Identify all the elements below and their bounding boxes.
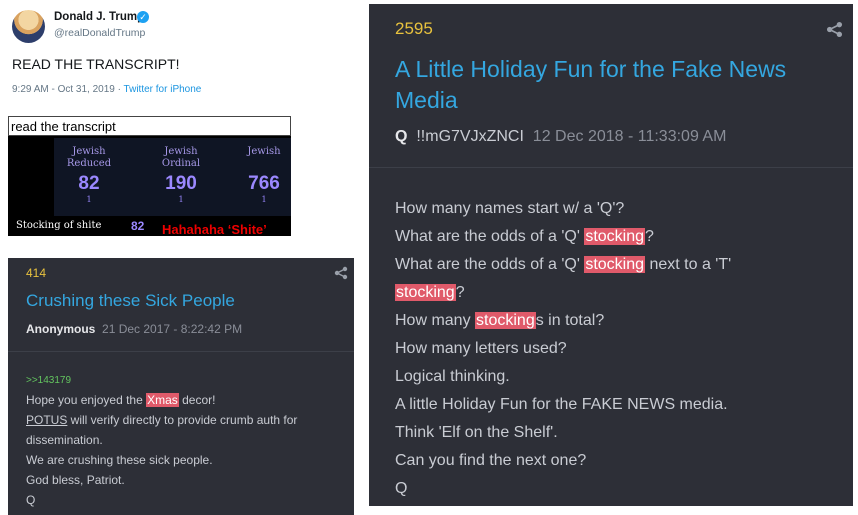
tweet-source-link[interactable]: Twitter for iPhone (124, 84, 202, 95)
post-line: Hope you enjoyed the Xmas decor! (26, 393, 215, 407)
post-text: Hope you enjoyed the (26, 393, 147, 407)
post-text: What are the odds of a 'Q' (395, 256, 585, 273)
reply-link[interactable]: >>143179 (26, 375, 71, 386)
gematria-label: Jewish Reduced (66, 146, 112, 169)
post-title-line: Media (395, 87, 458, 113)
post-line: We are crushing these sick people. (26, 453, 213, 467)
post-line: Q (395, 480, 408, 497)
post-line: How many names start w/ a 'Q'? (395, 200, 625, 217)
post-line: Can you find the next one? (395, 452, 587, 469)
post-author-line: Anonymous 21 Dec 2017 - 8:22:42 PM (26, 322, 242, 336)
share-icon[interactable] (826, 21, 843, 38)
gematria-label: Jewish Ordinal (161, 146, 201, 169)
potus-link[interactable]: POTUS (26, 413, 67, 427)
highlight-text: stocking (584, 228, 646, 245)
post-title-line: A Little Holiday Fun for the Fake News (395, 56, 787, 82)
post-text: will verify directly to provide crumb au… (67, 413, 298, 427)
post-text: decor! (178, 393, 216, 407)
caption-text: Hahahaha ‘Shite’ (162, 222, 267, 237)
highlight-text: stocking (475, 312, 536, 329)
highlight-text: Xmas (146, 393, 179, 407)
post-date: 21 Dec 2017 - 8:22:42 PM (102, 322, 243, 336)
post-line: A little Holiday Fun for the FAKE NEWS m… (395, 396, 728, 413)
avatar[interactable] (12, 10, 45, 43)
post-line: Logical thinking. (395, 368, 510, 385)
post-text: What are the odds of a 'Q' (395, 228, 585, 245)
post-text: How many (395, 312, 476, 329)
post-line: dissemination. (26, 433, 103, 447)
gematria-label: Jewish (247, 146, 281, 157)
gematria-sub: 1 (261, 195, 267, 204)
q-post-414: 414 Crushing these Sick People Anonymous… (8, 258, 354, 515)
post-line: stocking? (395, 284, 465, 302)
post-number[interactable]: 2595 (395, 19, 433, 39)
highlight-text: stocking (395, 284, 456, 301)
post-author-line: Q !!mG7VJxZNCI 12 Dec 2018 - 11:33:09 AM (395, 128, 726, 146)
post-text: s in total? (535, 312, 605, 329)
divider (369, 167, 853, 168)
gematria-column: Jewish Reduced 82 1 (54, 146, 124, 204)
post-line: What are the odds of a 'Q' stocking next… (395, 256, 731, 274)
post-line: God bless, Patriot. (26, 473, 125, 487)
tweet-text: READ THE TRANSCRIPT! (12, 56, 180, 72)
post-line: What are the odds of a 'Q' stocking? (395, 228, 654, 246)
gematria-column: Jewish Ordinal 190 1 (146, 146, 216, 204)
transcript-search-text: read the transcript (11, 119, 116, 134)
gematria-panel: Jewish Reduced 82 1 Jewish Ordinal 190 1… (54, 138, 291, 216)
gematria-sub: 1 (178, 195, 184, 204)
gematria-sub: 1 (86, 195, 92, 204)
post-text: next to a 'T' (645, 256, 732, 273)
post-text: ? (455, 284, 465, 301)
gematria-phrase: Stocking of shite (16, 220, 102, 231)
q-post-2595: 2595 A Little Holiday Fun for the Fake N… (369, 4, 853, 506)
post-number[interactable]: 414 (26, 266, 46, 280)
post-title[interactable]: Crushing these Sick People (26, 291, 235, 311)
post-line: Q (26, 493, 36, 507)
transcript-image: read the transcript Jewish Reduced 82 1 … (8, 116, 291, 236)
post-tripcode: !!mG7VJxZNCI (416, 128, 524, 145)
tweet-card: Donald J. Trump ✓ @realDonaldTrump READ … (0, 0, 300, 245)
share-icon[interactable] (334, 266, 348, 280)
transcript-search-bar: read the transcript (8, 116, 291, 136)
tweet-timestamp[interactable]: 9:29 AM - Oct 31, 2019 · (12, 84, 124, 95)
gematria-column: Jewish 766 1 (229, 146, 299, 204)
highlight-text: stocking (584, 256, 646, 273)
gematria-value: 190 (165, 173, 197, 194)
post-line: How many letters used? (395, 340, 567, 357)
post-line: POTUS will verify directly to provide cr… (26, 413, 297, 427)
verified-badge-icon: ✓ (137, 11, 149, 23)
tweet-meta: 9:29 AM - Oct 31, 2019 · Twitter for iPh… (12, 84, 201, 95)
gematria-value: 82 (78, 173, 100, 194)
post-line: Think 'Elf on the Shelf'. (395, 424, 558, 441)
post-title[interactable]: A Little Holiday Fun for the Fake News Me… (395, 54, 786, 116)
tweet-author-name[interactable]: Donald J. Trump (54, 11, 144, 23)
gematria-value: 766 (248, 173, 280, 194)
tweet-author-handle[interactable]: @realDonaldTrump (54, 27, 145, 39)
post-line: How many stockings in total? (395, 312, 604, 330)
post-text: ? (645, 228, 654, 245)
divider (8, 351, 354, 352)
post-author: Q (395, 128, 408, 145)
gematria-phrase-value: 82 (131, 219, 145, 233)
post-date: 12 Dec 2018 - 11:33:09 AM (532, 128, 727, 145)
post-author: Anonymous (26, 322, 96, 336)
